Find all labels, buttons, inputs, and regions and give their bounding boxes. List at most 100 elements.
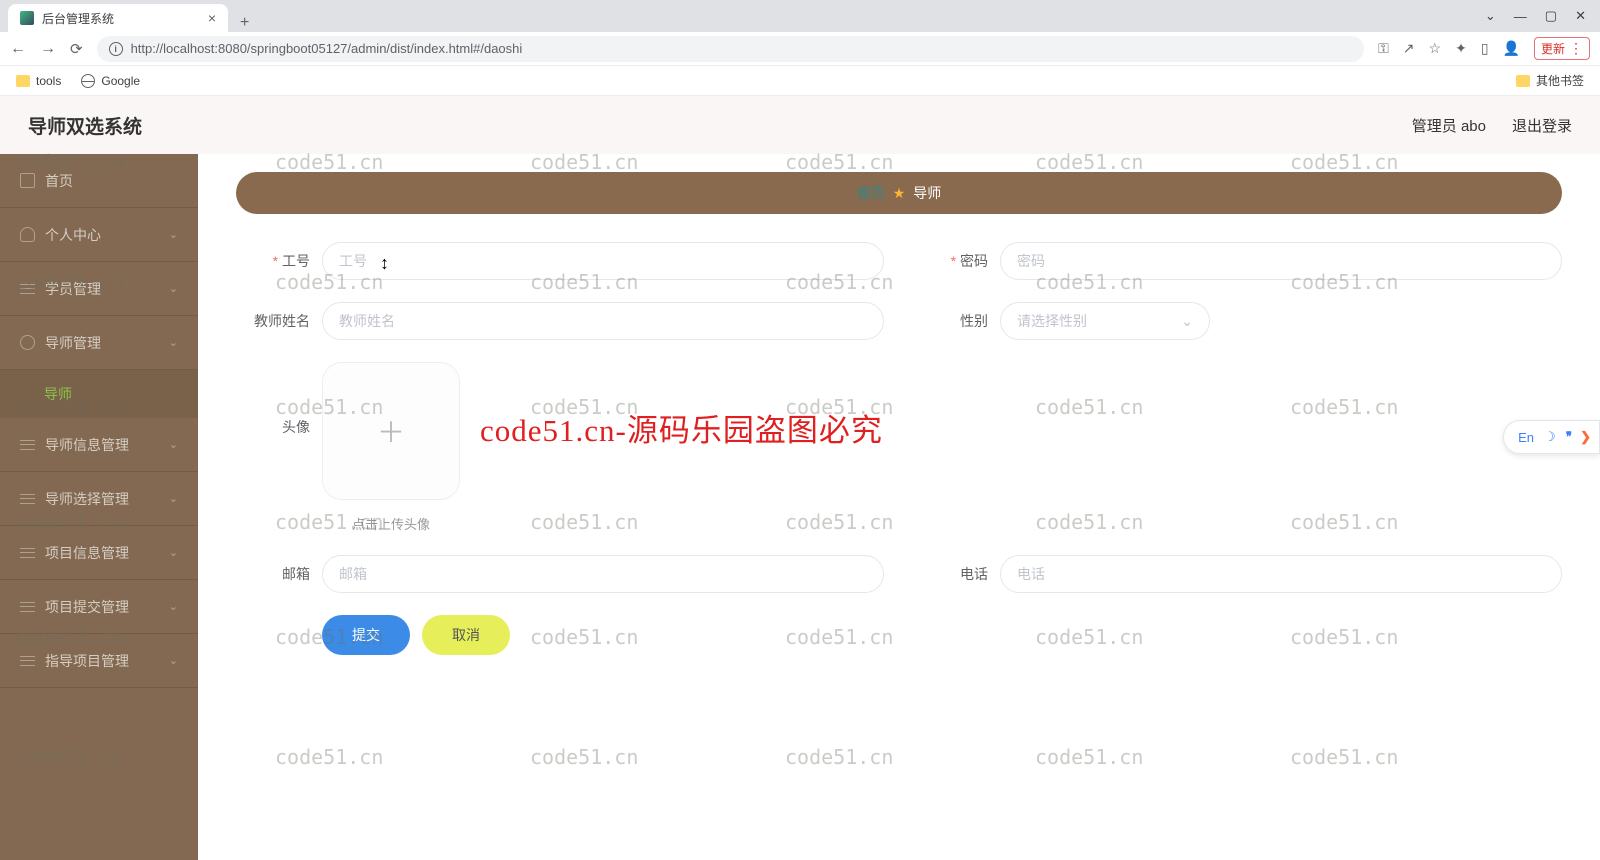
reload-icon[interactable]: ⟳ xyxy=(70,40,83,58)
chevron-right-icon[interactable]: ❯ xyxy=(1580,429,1591,445)
label-jiaoshi: 教师姓名 xyxy=(236,311,310,331)
chevron-down-icon: ⌄ xyxy=(169,546,178,559)
chevron-down-icon[interactable]: ⌄ xyxy=(1485,8,1496,24)
update-button[interactable]: 更新 xyxy=(1534,37,1590,60)
select-xingbie[interactable]: 请选择性别 ⌄ xyxy=(1000,302,1210,340)
sidebar-item-mentor-mgmt[interactable]: 导师管理 ⌄ xyxy=(0,316,198,370)
key-icon[interactable]: ⚿ xyxy=(1378,40,1389,57)
sidebar-item-mentor-info[interactable]: 导师信息管理 ⌄ xyxy=(0,418,198,472)
sidebar-item-profile[interactable]: 个人中心 ⌄ xyxy=(0,208,198,262)
moon-icon[interactable]: ☽ xyxy=(1544,429,1556,445)
browser-toolbar: ← → ⟳ i http://localhost:8080/springboot… xyxy=(0,32,1600,66)
widget-lang[interactable]: En xyxy=(1518,430,1534,445)
quotes-icon[interactable]: ❜❜ xyxy=(1566,429,1570,445)
form-item-youxiang: 邮箱 xyxy=(236,555,884,593)
profile-icon[interactable]: 👤 xyxy=(1503,40,1520,57)
share-icon[interactable]: ↗ xyxy=(1403,40,1415,57)
label-mima: 密码 xyxy=(914,251,988,271)
cancel-button[interactable]: 取消 xyxy=(422,615,510,655)
sidebar-item-label: 首页 xyxy=(45,171,73,191)
bookmarks-bar: tools Google 其他书签 xyxy=(0,66,1600,96)
browser-tab-strip: 后台管理系统 × + ⌄ — ▢ ✕ xyxy=(0,0,1600,32)
bookmark-label: Google xyxy=(101,74,140,88)
list-icon xyxy=(20,494,35,504)
tab-favicon xyxy=(20,11,34,25)
form-row-2: 教师姓名 性别 请选择性别 ⌄ xyxy=(236,302,1562,340)
sidebar-item-label: 项目提交管理 xyxy=(45,597,129,617)
app-header: 导师双选系统 管理员 abo 退出登录 xyxy=(0,96,1600,154)
sidebar-item-label: 指导项目管理 xyxy=(45,651,129,671)
sidebar-item-label: 学员管理 xyxy=(45,279,101,299)
folder-icon xyxy=(1516,75,1530,87)
sidebar-item-guide-project[interactable]: 指导项目管理 ⌄ xyxy=(0,634,198,688)
url-bar[interactable]: i http://localhost:8080/springboot05127/… xyxy=(97,36,1365,62)
bookmark-label: 其他书签 xyxy=(1536,72,1584,89)
sidebar: 首页 个人中心 ⌄ 学员管理 ⌄ 导师管理 ⌄ 导师 导师信息管理 ⌄ 导师选择… xyxy=(0,154,198,860)
app-title: 导师双选系统 xyxy=(28,112,142,139)
avatar-box: ＋ 点击上传头像 xyxy=(322,362,460,533)
list-icon xyxy=(20,548,35,558)
breadcrumb-home[interactable]: 首页 xyxy=(857,183,885,203)
current-user[interactable]: 管理员 abo xyxy=(1412,115,1486,136)
bookmark-google[interactable]: Google xyxy=(81,74,140,88)
puzzle-icon[interactable]: ✦ xyxy=(1455,40,1467,57)
input-mima[interactable] xyxy=(1000,242,1562,280)
sidebar-item-project-info[interactable]: 项目信息管理 ⌄ xyxy=(0,526,198,580)
sidebar-item-mentor-select[interactable]: 导师选择管理 ⌄ xyxy=(0,472,198,526)
breadcrumb: 首页 ★ 导师 xyxy=(236,172,1562,214)
back-icon[interactable]: ← xyxy=(10,40,26,58)
chevron-down-icon: ⌄ xyxy=(169,492,178,505)
label-youxiang: 邮箱 xyxy=(236,564,310,584)
url-text: http://localhost:8080/springboot05127/ad… xyxy=(131,41,523,56)
avatar-hint: 点击上传头像 xyxy=(352,514,430,533)
input-gonghao[interactable] xyxy=(322,242,884,280)
form-item-gonghao: 工号 xyxy=(236,242,884,280)
list-icon xyxy=(20,284,35,294)
main-area: 首页 个人中心 ⌄ 学员管理 ⌄ 导师管理 ⌄ 导师 导师信息管理 ⌄ 导师选择… xyxy=(0,154,1600,860)
sidebar-item-home[interactable]: 首页 xyxy=(0,154,198,208)
bookmark-label: tools xyxy=(36,74,61,88)
chevron-down-icon: ⌄ xyxy=(169,600,178,613)
tab-close-icon[interactable]: × xyxy=(208,10,216,26)
chevron-down-icon: ⌄ xyxy=(169,438,178,451)
site-info-icon[interactable]: i xyxy=(109,42,123,56)
sidebar-item-label: 导师选择管理 xyxy=(45,489,129,509)
list-icon xyxy=(20,656,35,666)
input-youxiang[interactable] xyxy=(322,555,884,593)
bookmark-other[interactable]: 其他书签 xyxy=(1516,72,1584,89)
label-touxiang: 头像 xyxy=(236,362,310,533)
new-tab-icon[interactable]: + xyxy=(228,14,261,32)
label-gonghao: 工号 xyxy=(236,251,310,271)
folder-icon xyxy=(16,75,30,87)
chevron-down-icon: ⌄ xyxy=(169,336,178,349)
logout-link[interactable]: 退出登录 xyxy=(1512,115,1572,136)
form-row-avatar: 头像 ＋ 点击上传头像 xyxy=(236,362,1562,533)
side-widget[interactable]: En ☽ ❜❜ ❯ xyxy=(1503,420,1600,454)
chevron-down-icon: ⌄ xyxy=(169,228,178,241)
list-icon xyxy=(20,602,35,612)
sidebar-item-project-submit[interactable]: 项目提交管理 ⌄ xyxy=(0,580,198,634)
bookmark-tools[interactable]: tools xyxy=(16,74,61,88)
form-item-xingbie: 性别 请选择性别 ⌄ xyxy=(914,302,1562,340)
close-window-icon[interactable]: ✕ xyxy=(1575,8,1586,24)
star-icon: ★ xyxy=(893,185,906,202)
submit-button[interactable]: 提交 xyxy=(322,615,410,655)
breadcrumb-current: 导师 xyxy=(913,183,941,203)
input-jiaoshi[interactable] xyxy=(322,302,884,340)
form-row-1: 工号 密码 xyxy=(236,242,1562,280)
star-icon[interactable]: ☆ xyxy=(1429,40,1442,57)
sidebar-item-student[interactable]: 学员管理 ⌄ xyxy=(0,262,198,316)
tab-title: 后台管理系统 xyxy=(42,10,114,27)
form-item-jiaoshi: 教师姓名 xyxy=(236,302,884,340)
chevron-down-icon: ⌄ xyxy=(1181,313,1193,330)
chevron-down-icon: ⌄ xyxy=(169,282,178,295)
panel-icon[interactable]: ▯ xyxy=(1481,40,1489,57)
minimize-icon[interactable]: — xyxy=(1514,9,1527,24)
avatar-upload[interactable]: ＋ xyxy=(322,362,460,500)
maximize-icon[interactable]: ▢ xyxy=(1545,8,1557,24)
browser-tab-active[interactable]: 后台管理系统 × xyxy=(8,4,228,32)
sidebar-subitem-mentor[interactable]: 导师 xyxy=(0,370,198,418)
forward-icon[interactable]: → xyxy=(40,40,56,58)
input-dianhua[interactable] xyxy=(1000,555,1562,593)
window-controls: ⌄ — ▢ ✕ xyxy=(1471,0,1600,32)
